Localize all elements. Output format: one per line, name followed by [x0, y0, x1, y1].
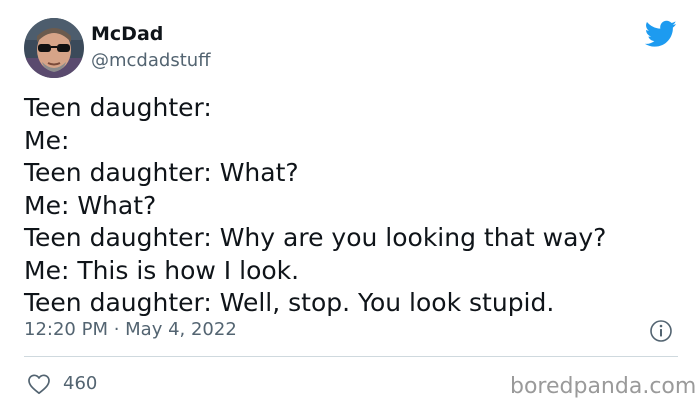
tweet-timestamp[interactable]: 12:20 PM · May 4, 2022: [24, 318, 237, 342]
like-count: 460: [63, 373, 98, 394]
tweet-line: Teen daughter: Well, stop. You look stup…: [24, 288, 555, 317]
tweet-text: Teen daughter: Me: Teen daughter: What? …: [24, 92, 684, 320]
tweet-card: McDad @mcdadstuff Teen daughter: Me: Tee…: [0, 0, 700, 410]
watermark: boredpanda.com: [510, 374, 697, 399]
heart-icon: [28, 374, 50, 395]
twitter-bird-icon[interactable]: [645, 20, 677, 48]
author-handle[interactable]: @mcdadstuff: [91, 50, 211, 72]
tweet-line: Me:: [24, 125, 70, 155]
avatar[interactable]: [24, 18, 84, 78]
divider: [24, 356, 678, 357]
tweet-line: Me: What?: [24, 190, 157, 220]
info-icon[interactable]: [649, 319, 673, 343]
tweet-line: Me: This is how I look.: [24, 255, 300, 285]
tweet-line: Teen daughter:: [24, 93, 212, 122]
avatar-photo: [24, 18, 84, 78]
tweet-line: Teen daughter: What?: [24, 158, 299, 187]
tweet-line: Teen daughter: Why are you looking that …: [24, 223, 607, 252]
author-display-name[interactable]: McDad: [91, 22, 163, 46]
